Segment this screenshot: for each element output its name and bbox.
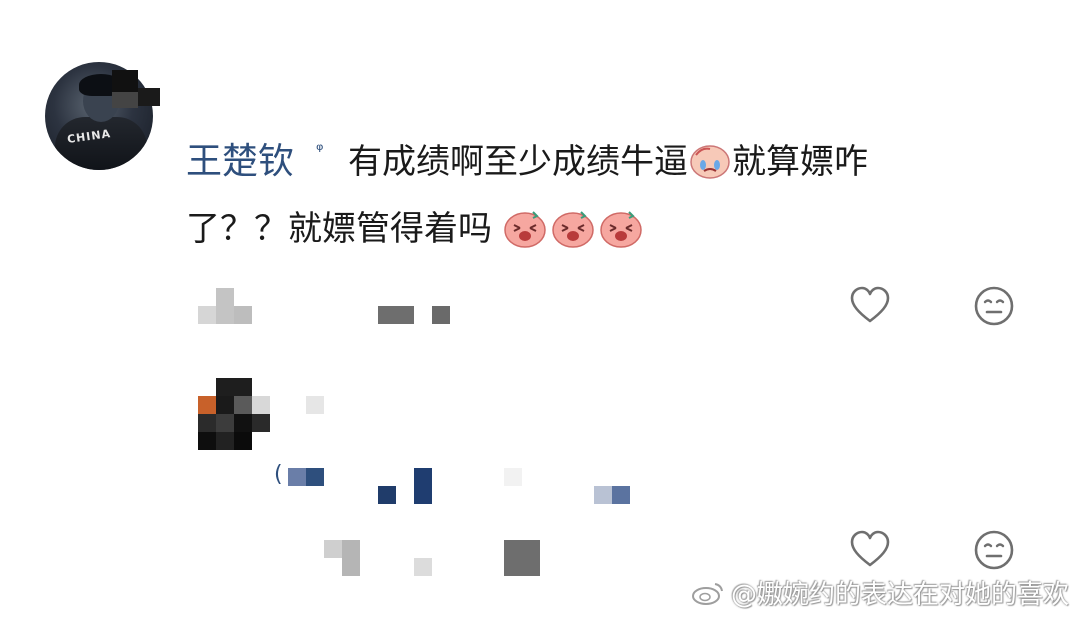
neutral-face-icon <box>974 530 1014 570</box>
reply-avatar <box>234 414 252 432</box>
reply-avatar <box>234 432 252 450</box>
reply-avatar <box>216 396 234 414</box>
reply-avatar <box>234 396 252 414</box>
mosaic-reply-timestamp <box>414 558 432 576</box>
neutral-face-icon <box>974 286 1014 326</box>
reply-avatar <box>216 414 234 432</box>
reply-avatar <box>216 432 234 450</box>
mosaic-location <box>378 306 414 324</box>
watermark-text: @嫐婉约的表达在对她的喜欢 <box>730 580 1069 610</box>
dislike-button[interactable] <box>972 284 1016 328</box>
mosaic-reply-text <box>378 486 396 504</box>
comment-text-part1: 有成绩啊至少成绩牛逼 <box>348 142 688 182</box>
mosaic-reply-text <box>612 486 630 504</box>
reply-avatar <box>252 414 270 432</box>
crying-face-emoji <box>688 141 732 179</box>
mosaic-reply-name <box>306 396 324 414</box>
reply-dislike-button[interactable] <box>972 528 1016 572</box>
reply-avatar <box>252 396 270 414</box>
reply-like-button[interactable] <box>848 528 892 572</box>
comment-text-part3: 了？？就嫖管得着吗 <box>186 209 492 249</box>
mosaic-badge <box>112 70 138 92</box>
mosaic-reply-text <box>504 468 522 486</box>
comment-text-part2: 就算嫖咋 <box>732 142 868 182</box>
watermark: @嫐婉约的表达在对她的喜欢 <box>691 574 1069 611</box>
mosaic-location <box>432 306 450 324</box>
mosaic-badge <box>112 92 138 108</box>
mosaic-reply-text <box>414 468 432 504</box>
angry-pig-emoji <box>551 206 595 248</box>
reply-avatar <box>198 432 216 450</box>
weibo-logo-icon <box>691 582 723 605</box>
heart-icon <box>850 530 890 567</box>
reply-avatar <box>198 396 216 414</box>
mosaic-reply-text <box>594 486 612 504</box>
mosaic-reply-location <box>504 540 540 576</box>
reply-prefix: ( <box>274 462 283 487</box>
like-button[interactable] <box>848 284 892 328</box>
mosaic-timestamp <box>198 306 216 324</box>
mosaic-timestamp <box>234 306 252 324</box>
mosaic-reply-text <box>288 468 306 486</box>
verified-icon: ᵠ <box>316 140 324 161</box>
mosaic-badge <box>138 88 160 106</box>
mosaic-timestamp <box>216 288 234 324</box>
comment-username[interactable]: 王楚钦 <box>186 140 294 184</box>
comment-text-line1: 有成绩啊至少成绩牛逼 就算嫖咋 <box>348 140 868 184</box>
comment-text-line2: 了？？就嫖管得着吗 <box>186 206 647 251</box>
reply-avatar <box>198 414 216 432</box>
reply-avatar <box>198 378 216 396</box>
mosaic-reply-timestamp <box>342 540 360 576</box>
angry-pig-emoji <box>503 206 547 248</box>
mosaic-reply-text <box>306 468 324 486</box>
mosaic-reply-timestamp <box>324 540 342 558</box>
heart-icon <box>850 286 890 323</box>
angry-pig-emoji <box>599 206 643 248</box>
reply-avatar <box>216 378 252 396</box>
